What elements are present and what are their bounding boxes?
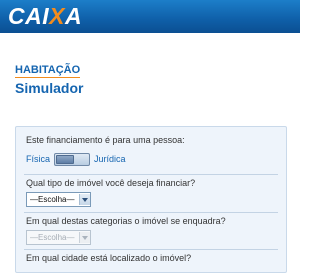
person-type-toggle-switch[interactable]: [54, 152, 91, 166]
property-type-select[interactable]: —Escolha—: [26, 192, 91, 207]
separator: [24, 212, 278, 213]
property-city-question: Em qual cidade está localizado o imóvel?: [26, 253, 192, 263]
property-category-question: Em qual destas categorias o imóvel se en…: [26, 216, 226, 226]
caixa-logo[interactable]: CAIXA: [8, 4, 82, 29]
property-type-question: Qual tipo de imóvel você deseja financia…: [26, 178, 196, 188]
chevron-down-icon[interactable]: [79, 194, 90, 205]
chevron-down-icon: [79, 232, 90, 243]
toggle-knob: [56, 154, 75, 164]
person-type-question: Este financiamento é para uma pessoa:: [26, 135, 185, 145]
top-header-bar: CAIXA: [0, 0, 300, 33]
person-type-fisica-label[interactable]: Física: [26, 154, 50, 165]
person-type-juridica-label[interactable]: Jurídica: [94, 154, 126, 165]
section-label-habitacao[interactable]: HABITAÇÃO: [15, 64, 81, 78]
simulator-form-panel: Este financiamento é para uma pessoa: Fí…: [15, 126, 287, 273]
page-title: Simulador: [15, 80, 84, 96]
property-category-select[interactable]: —Escolha—: [26, 230, 91, 245]
caixa-logo-text: CAIXA: [8, 3, 83, 29]
property-category-select-value: —Escolha—: [30, 233, 75, 242]
person-type-toggle-row: Física Jurídica: [26, 152, 126, 166]
separator: [24, 249, 278, 250]
separator: [24, 174, 278, 175]
property-type-select-value: —Escolha—: [30, 195, 75, 204]
